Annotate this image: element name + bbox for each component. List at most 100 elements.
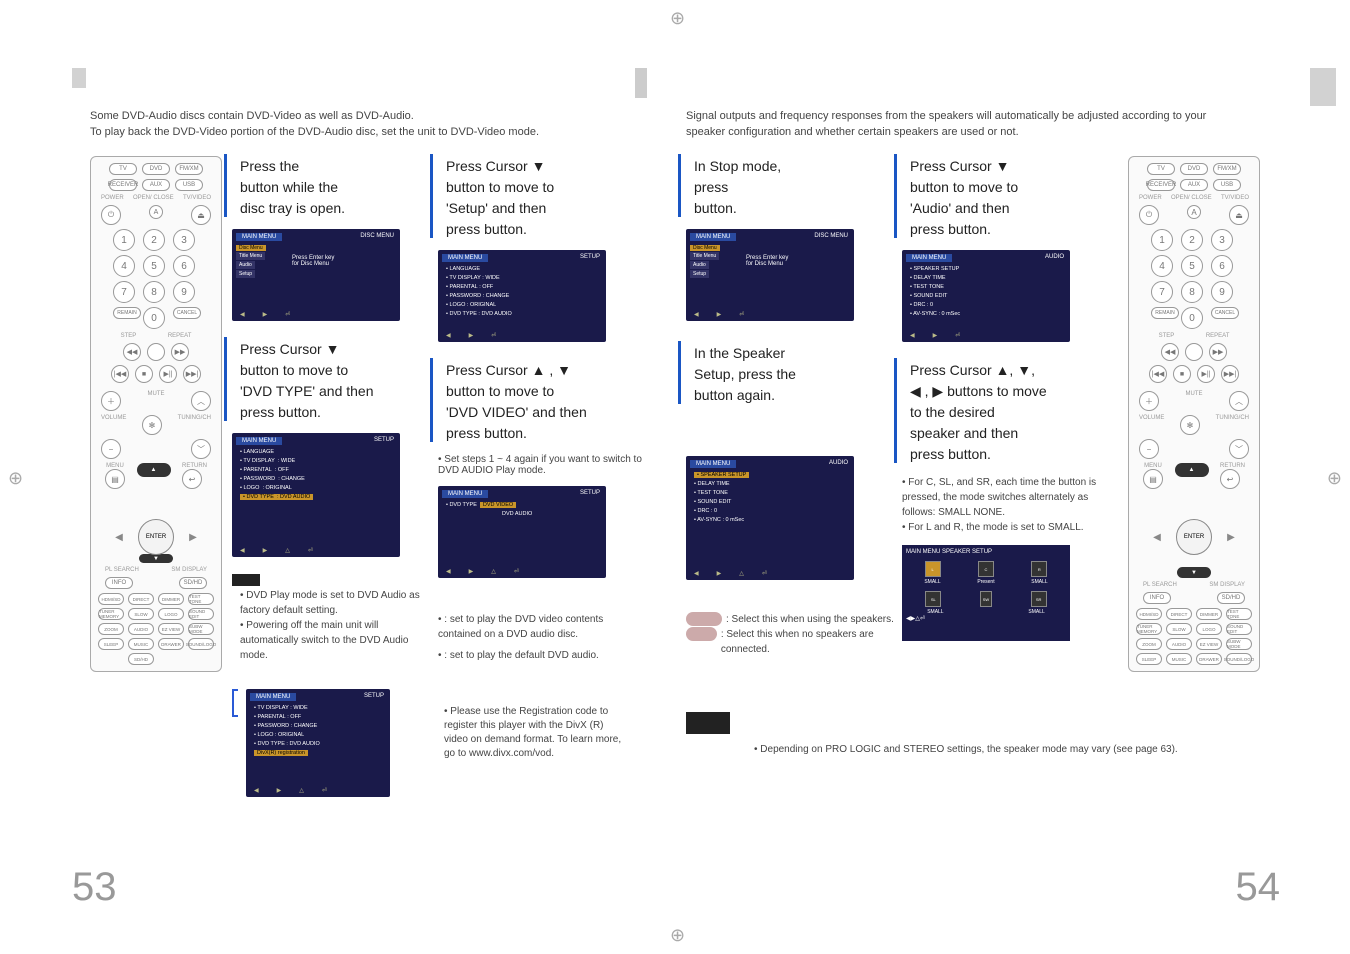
remote-btn-cancel[interactable]: CANCEL (173, 307, 201, 319)
remote-btn-info[interactable]: INFO (105, 577, 133, 589)
remote-btn-menu[interactable]: ▤ (105, 469, 125, 489)
rnum[interactable]: 8 (1181, 281, 1203, 303)
remote-bg-2[interactable]: DIMMER (158, 593, 184, 605)
remote-btn-playpause[interactable]: ▶|| (159, 365, 177, 383)
remote-arrow-down[interactable]: ▼ (139, 554, 173, 563)
remote-menu[interactable]: ▤ (1143, 469, 1163, 489)
remote-bg-13[interactable]: MUSIC (128, 638, 154, 650)
rnum[interactable]: REMAIN (1151, 307, 1179, 319)
remote-btn-tv[interactable]: TV (1147, 163, 1175, 175)
remote-num-3[interactable]: 3 (173, 229, 195, 251)
remote-btn-fmxm[interactable]: FM/XM (175, 163, 203, 175)
remote-btn-aux[interactable]: AUX (1180, 179, 1208, 191)
remote-btn-enter[interactable]: ENTER (138, 519, 174, 555)
remote-down[interactable]: ▼ (1177, 567, 1211, 578)
remote-bg-17[interactable]: SD/HD (128, 653, 154, 665)
remote-btn-vol-down[interactable]: − (101, 439, 121, 459)
remote-num-1[interactable]: 1 (113, 229, 135, 251)
rbg[interactable]: ZOOM (1136, 638, 1162, 650)
rnum[interactable]: 5 (1181, 255, 1203, 277)
rbg[interactable]: MUSIC (1166, 653, 1192, 665)
rnum[interactable]: CANCEL (1211, 307, 1239, 319)
remote-bg-6[interactable]: LOGO (158, 608, 184, 620)
remote-btn-prev[interactable]: |◀◀ (111, 365, 129, 383)
remote-btn-ch-down[interactable]: ﹀ (191, 439, 211, 459)
rnum[interactable]: 2 (1181, 229, 1203, 251)
remote-num-5[interactable]: 5 (143, 255, 165, 277)
remote-bg-15[interactable]: SOUND/LOGO (188, 638, 214, 650)
remote-return[interactable]: ↩ (1220, 469, 1240, 489)
rbg[interactable]: HDMI/SD (1136, 608, 1162, 620)
rbg[interactable]: TUNER MEMORY (1136, 623, 1162, 635)
remote-up[interactable]: ▲ (1175, 463, 1209, 477)
remote-ff[interactable]: ▶▶ (1209, 343, 1227, 361)
remote-num-6[interactable]: 6 (173, 255, 195, 277)
remote-btn-sdhd[interactable]: SD/HD (179, 577, 207, 589)
rbg[interactable]: DIMMER (1196, 608, 1222, 620)
remote-btn-mute[interactable]: ✻ (142, 415, 162, 435)
remote-vol-up[interactable]: ＋ (1139, 391, 1159, 411)
rbg[interactable]: EZ VIEW (1196, 638, 1222, 650)
remote-ch-up[interactable]: ︿ (1229, 391, 1249, 411)
remote-bg-8[interactable]: ZOOM (98, 623, 124, 635)
remote-num-9[interactable]: 9 (173, 281, 195, 303)
remote-info[interactable]: INFO (1143, 592, 1171, 604)
rbg[interactable]: DIRECT (1166, 608, 1192, 620)
remote-vol-dn[interactable]: − (1139, 439, 1159, 459)
remote-btn-receiver[interactable]: RECEIVER (109, 179, 137, 191)
remote-pp[interactable]: ▶|| (1197, 365, 1215, 383)
remote-btn-ff[interactable]: ▶▶ (171, 343, 189, 361)
remote-num-0[interactable]: 0 (143, 307, 165, 329)
remote-blank[interactable] (1185, 343, 1203, 361)
remote-left[interactable]: ◀ (1150, 530, 1164, 544)
rnum[interactable]: 7 (1151, 281, 1173, 303)
remote-btn-power[interactable]: ⏻ (1139, 205, 1159, 225)
remote-sdhd[interactable]: SD/HD (1217, 592, 1245, 604)
rnum[interactable]: 4 (1151, 255, 1173, 277)
rbg[interactable]: TEST TONE (1226, 608, 1252, 620)
remote-num-7[interactable]: 7 (113, 281, 135, 303)
remote-btn-usb[interactable]: USB (1213, 179, 1241, 191)
remote-btn-eject[interactable]: ⏏ (1229, 205, 1249, 225)
remote-btn-blank[interactable] (147, 343, 165, 361)
remote-bg-1[interactable]: DIRECT (128, 593, 154, 605)
remote-nxt[interactable]: ▶▶| (1221, 365, 1239, 383)
rbg[interactable]: SOUND/LOGO (1226, 653, 1252, 665)
rnum[interactable]: 6 (1211, 255, 1233, 277)
remote-bg-11[interactable]: SUBW MODE (188, 623, 214, 635)
rnum[interactable]: 9 (1211, 281, 1233, 303)
remote-arrow-up[interactable]: ▲ (137, 463, 171, 477)
remote-btn-dvd[interactable]: DVD (142, 163, 170, 175)
remote-bg-0[interactable]: HDMI/SD (98, 593, 124, 605)
remote-btn-a[interactable]: A (1187, 205, 1201, 219)
rbg[interactable]: AUDIO (1166, 638, 1192, 650)
remote-ch-dn[interactable]: ﹀ (1229, 439, 1249, 459)
remote-mute[interactable]: ✻ (1180, 415, 1200, 435)
remote-btn-eject[interactable]: ⏏ (191, 205, 211, 225)
remote-btn-vol-up[interactable]: ＋ (101, 391, 121, 411)
remote-btn-return[interactable]: ↩ (182, 469, 202, 489)
rbg[interactable]: LOGO (1196, 623, 1222, 635)
remote-btn-dvd[interactable]: DVD (1180, 163, 1208, 175)
remote-bg-3[interactable]: TEST TONE (188, 593, 214, 605)
remote-bg-9[interactable]: AUDIO (128, 623, 154, 635)
remote-btn-a[interactable]: A (149, 205, 163, 219)
remote-enter[interactable]: ENTER (1176, 519, 1212, 555)
rbg[interactable]: DRAWER (1196, 653, 1222, 665)
remote-arrow-left[interactable]: ◀ (112, 530, 126, 544)
remote-btn-power[interactable]: ⏻ (101, 205, 121, 225)
remote-bg-4[interactable]: TUNER MEMORY (98, 608, 124, 620)
remote-num-4[interactable]: 4 (113, 255, 135, 277)
remote-btn-next[interactable]: ▶▶| (183, 365, 201, 383)
remote-btn-fmxm[interactable]: FM/XM (1213, 163, 1241, 175)
remote-bg-5[interactable]: SLOW (128, 608, 154, 620)
remote-btn-rew[interactable]: ◀◀ (123, 343, 141, 361)
remote-bg-7[interactable]: SOUND EDIT (188, 608, 214, 620)
remote-num-2[interactable]: 2 (143, 229, 165, 251)
remote-prv[interactable]: |◀◀ (1149, 365, 1167, 383)
rbg[interactable]: SOUND EDIT (1226, 623, 1252, 635)
remote-bg-14[interactable]: DRAWER (158, 638, 184, 650)
remote-btn-tv[interactable]: TV (109, 163, 137, 175)
remote-num-8[interactable]: 8 (143, 281, 165, 303)
remote-btn-receiver[interactable]: RECEIVER (1147, 179, 1175, 191)
